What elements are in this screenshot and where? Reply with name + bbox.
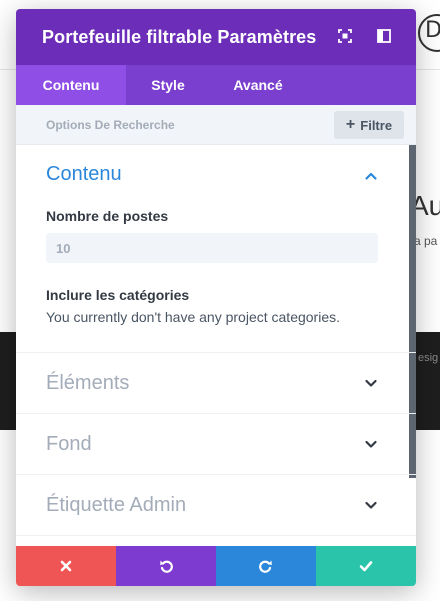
settings-content: Contenu Nombre de postes Inclure les cat… — [16, 145, 416, 546]
categories-label: Inclure les catégories — [46, 287, 190, 303]
modal-footer — [16, 546, 416, 586]
site-logo-letter: D — [425, 18, 440, 43]
cancel-button[interactable] — [16, 546, 116, 586]
modal-title: Portefeuille filtrable Paramètres — [42, 26, 317, 47]
section-content-toggle[interactable]: Contenu — [46, 163, 386, 186]
chevron-up-icon[interactable] — [364, 169, 378, 183]
section-content: Contenu Nombre de postes Inclure les cat… — [16, 145, 416, 353]
tab-style[interactable]: Style — [126, 65, 210, 105]
filter-button-label: Filtre — [360, 117, 393, 133]
page-subheading: a pa — [414, 234, 438, 248]
section-elements[interactable]: Éléments — [16, 353, 416, 414]
save-button[interactable] — [316, 546, 416, 586]
plus-icon: + — [345, 116, 356, 133]
tab-advanced[interactable]: Avancé — [210, 65, 306, 105]
section-admin-label-title: Étiquette Admin — [46, 493, 187, 516]
tab-bar: Contenu Style Avancé — [16, 65, 416, 105]
columns-icon[interactable] — [377, 29, 391, 43]
expand-icon[interactable] — [338, 29, 352, 43]
section-background-title: Fond — [46, 432, 92, 455]
posts-count-label: Nombre de postes — [46, 208, 169, 224]
filter-button[interactable]: + Filtre — [334, 111, 404, 139]
categories-note: You currently don't have any project cat… — [46, 309, 340, 325]
close-icon — [60, 560, 72, 572]
chevron-down-icon[interactable] — [364, 498, 378, 512]
posts-count-input[interactable] — [46, 233, 378, 263]
search-options-bar: Options De Recherche + Filtre — [16, 105, 416, 145]
search-options-label[interactable]: Options De Recherche — [46, 118, 175, 132]
dark-section-text: esig — [418, 352, 439, 364]
redo-button[interactable] — [216, 546, 316, 586]
redo-icon — [259, 560, 272, 573]
tab-content[interactable]: Contenu — [16, 65, 126, 105]
section-admin-label[interactable]: Étiquette Admin — [16, 475, 416, 536]
chevron-down-icon[interactable] — [364, 437, 378, 451]
section-elements-title: Éléments — [46, 371, 130, 394]
settings-modal: Portefeuille filtrable Paramètres Conten… — [16, 9, 416, 586]
chevron-down-icon[interactable] — [364, 376, 378, 390]
modal-header: Portefeuille filtrable Paramètres — [16, 9, 416, 65]
undo-button[interactable] — [116, 546, 216, 586]
undo-icon — [160, 560, 173, 573]
check-icon — [359, 561, 373, 572]
section-background[interactable]: Fond — [16, 414, 416, 475]
